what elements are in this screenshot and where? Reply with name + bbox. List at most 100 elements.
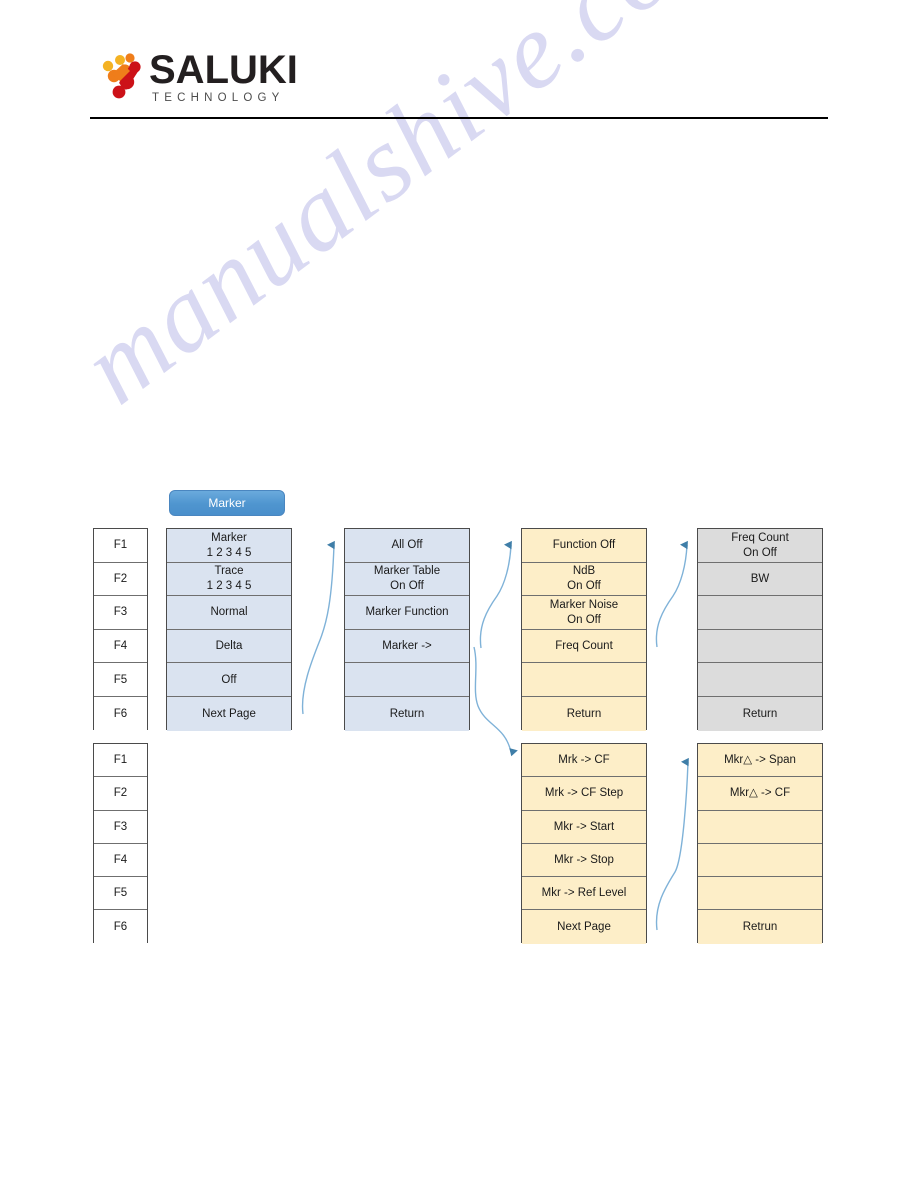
menu-item-label: NdB	[572, 565, 596, 578]
menu-item-return[interactable]: Return	[522, 696, 646, 731]
panel-marker-level1: Marker 1 2 3 4 5 Trace 1 2 3 4 5 Normal …	[166, 528, 292, 731]
menu-item-off[interactable]: Off	[167, 663, 291, 697]
menu-item-bw[interactable]: BW	[698, 562, 822, 597]
menu-item-label: Trace	[214, 565, 244, 578]
logo-tagline: TECHNOLOGY	[152, 92, 285, 104]
menu-item-retrun[interactable]: Retrun	[698, 910, 822, 944]
menu-item-label: Delta	[215, 640, 243, 653]
fkeys-column-bottom: F1 F2 F3 F4 F5 F6	[93, 743, 148, 944]
menu-item-label: Next Page	[202, 707, 256, 720]
fkey-label: F2	[113, 572, 128, 585]
fkey-f1[interactable]: F1	[94, 529, 147, 563]
menu-item-label: Marker Noise	[549, 598, 619, 611]
fkey-f3[interactable]: F3	[94, 596, 147, 630]
menu-item-normal[interactable]: Normal	[167, 596, 291, 630]
panel-marker-to-page2: Mkr△ -> Span Mkr△ -> CF Retrun	[697, 743, 823, 944]
menu-item-empty[interactable]	[698, 629, 822, 664]
menu-item-mkr-to-stop[interactable]: Mkr -> Stop	[522, 843, 646, 878]
menu-item-marker[interactable]: Marker 1 2 3 4 5	[167, 529, 291, 563]
menu-item-label: Mrk -> CF Step	[544, 787, 624, 800]
header-divider	[90, 117, 828, 119]
menu-item-function-off[interactable]: Function Off	[522, 529, 646, 563]
fkey-f4[interactable]: F4	[94, 843, 147, 878]
menu-item-mrk-to-cf[interactable]: Mrk -> CF	[522, 744, 646, 778]
fkeys-column-top: F1 F2 F3 F4 F5 F6	[93, 528, 148, 731]
menu-item-next-page[interactable]: Next Page	[167, 696, 291, 731]
menu-item-sublabel: On Off	[390, 580, 424, 593]
menu-item-mrk-to-cf-step[interactable]: Mrk -> CF Step	[522, 777, 646, 811]
fkey-label: F5	[113, 887, 128, 900]
menu-item-label: Freq Count	[555, 640, 613, 653]
menu-item-label: Return	[389, 707, 425, 720]
menu-item-marker-function[interactable]: Marker Function	[345, 596, 469, 630]
menu-item-mkr-delta-to-span[interactable]: Mkr△ -> Span	[698, 744, 822, 778]
menu-item-sublabel: 1 2 3 4 5	[206, 546, 252, 559]
saluki-logo: SALUKI TECHNOLOGY	[99, 48, 399, 110]
fkey-f3[interactable]: F3	[94, 810, 147, 844]
menu-item-label: Freq Count	[731, 531, 789, 544]
menu-item-mkr-delta-to-cf[interactable]: Mkr△ -> CF	[698, 777, 822, 811]
menu-item-label: All Off	[391, 539, 423, 552]
fkey-label: F4	[113, 640, 128, 653]
fkey-label: F6	[113, 921, 128, 934]
panel-marker-to: Mrk -> CF Mrk -> CF Step Mkr -> Start Mk…	[521, 743, 647, 944]
menu-item-empty[interactable]	[698, 663, 822, 697]
panel-freq-count: Freq Count On Off BW Return	[697, 528, 823, 731]
menu-item-marker-to[interactable]: Marker ->	[345, 629, 469, 664]
menu-item-label: Next Page	[557, 921, 611, 934]
panel-marker-level2: All Off Marker Table On Off Marker Funct…	[344, 528, 470, 731]
menu-item-marker-noise[interactable]: Marker Noise On Off	[522, 596, 646, 630]
menu-item-empty[interactable]	[698, 877, 822, 911]
menu-item-sublabel: On Off	[567, 580, 601, 593]
menu-item-label: Mkr -> Stop	[554, 854, 614, 867]
fkey-f6[interactable]: F6	[94, 696, 147, 731]
fkey-f2[interactable]: F2	[94, 562, 147, 597]
fkey-f5[interactable]: F5	[94, 877, 147, 911]
menu-item-empty[interactable]	[698, 810, 822, 844]
marker-title-button[interactable]: Marker	[169, 490, 285, 516]
fkey-label: F6	[113, 707, 128, 720]
panel-marker-function: Function Off NdB On Off Marker Noise On …	[521, 528, 647, 731]
menu-item-label: Retrun	[742, 921, 778, 934]
menu-item-return[interactable]: Return	[345, 696, 469, 731]
menu-item-freq-count-toggle[interactable]: Freq Count On Off	[698, 529, 822, 563]
menu-item-return[interactable]: Return	[698, 696, 822, 731]
menu-item-next-page[interactable]: Next Page	[522, 910, 646, 944]
menu-item-trace[interactable]: Trace 1 2 3 4 5	[167, 562, 291, 597]
fkey-label: F3	[113, 820, 128, 833]
fkey-label: F4	[113, 854, 128, 867]
menu-item-label: Marker	[211, 531, 247, 544]
menu-item-empty[interactable]	[345, 663, 469, 697]
menu-item-freq-count[interactable]: Freq Count	[522, 629, 646, 664]
menu-item-label: BW	[750, 572, 770, 585]
fkey-label: F5	[113, 673, 128, 686]
menu-item-label: Marker Function	[365, 606, 449, 619]
menu-item-ndb[interactable]: NdB On Off	[522, 562, 646, 597]
menu-item-label: Mkr△ -> Span	[724, 754, 796, 767]
menu-item-empty[interactable]	[698, 843, 822, 878]
fkey-f5[interactable]: F5	[94, 663, 147, 697]
menu-item-label: Off	[221, 673, 237, 686]
menu-tree-diagram: Marker F1 F2 F3 F4 F5 F6 Marker 1 2 3 4 …	[0, 0, 918, 1188]
menu-item-sublabel: 1 2 3 4 5	[206, 580, 252, 593]
menu-item-sublabel: On Off	[567, 613, 601, 626]
fkey-label: F1	[113, 754, 128, 767]
menu-item-empty[interactable]	[522, 663, 646, 697]
menu-item-label: Normal	[210, 606, 248, 619]
menu-item-marker-table[interactable]: Marker Table On Off	[345, 562, 469, 597]
menu-item-mkr-to-start[interactable]: Mkr -> Start	[522, 810, 646, 844]
fkey-label: F1	[113, 539, 128, 552]
menu-item-all-off[interactable]: All Off	[345, 529, 469, 563]
menu-item-mkr-to-ref-level[interactable]: Mkr -> Ref Level	[522, 877, 646, 911]
fkey-f2[interactable]: F2	[94, 777, 147, 811]
fkey-f4[interactable]: F4	[94, 629, 147, 664]
menu-item-empty[interactable]	[698, 596, 822, 630]
fkey-f6[interactable]: F6	[94, 910, 147, 944]
menu-item-delta[interactable]: Delta	[167, 629, 291, 664]
menu-item-label: Marker Table	[373, 565, 441, 578]
logo-wordmark: SALUKI	[149, 48, 298, 92]
document-page: manualshive.com SALUKI TECHNOLOGY Marker	[0, 0, 918, 1188]
fkey-f1[interactable]: F1	[94, 744, 147, 778]
fkey-label: F3	[113, 606, 128, 619]
menu-item-label: Marker ->	[382, 640, 432, 653]
